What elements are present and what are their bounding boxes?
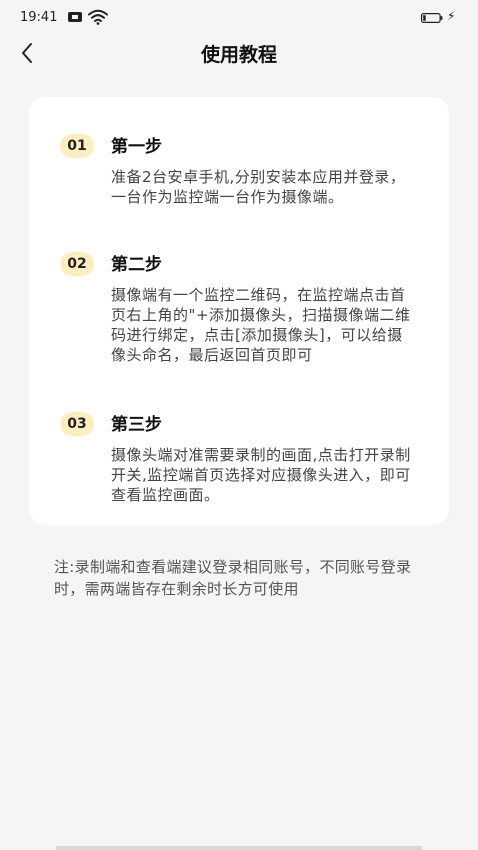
step-description: 摄像端有一个监控二维码，在监控端点击首页右上角的"+添加摄像头，扫描摄像端二维码… <box>111 286 411 364</box>
step-title: 第一步 <box>111 137 162 157</box>
tutorial-card: 01 第一步 准备2台安卓手机,分别安装本应用并登录，一台作为监控端一台作为摄像… <box>29 97 449 525</box>
step-number-badge: 01 <box>60 134 94 158</box>
step-description: 准备2台安卓手机,分别安装本应用并登录，一台作为监控端一台作为摄像端。 <box>111 168 406 206</box>
battery-icon <box>421 13 443 23</box>
step-title: 第二步 <box>111 255 162 275</box>
wifi-icon <box>88 9 108 25</box>
page-title: 使用教程 <box>200 44 277 66</box>
usage-note: 注:录制端和查看端建议登录相同账号，不同账号登录时，需两端皆存在剩余时长方可使用 <box>54 558 412 598</box>
status-time: 19:41 <box>20 10 58 25</box>
message-notification-icon <box>68 12 82 22</box>
charging-icon: ⚡ <box>447 9 456 23</box>
step-number-badge: 02 <box>60 252 94 276</box>
step-title: 第三步 <box>111 415 162 435</box>
step-number-badge: 03 <box>60 412 94 436</box>
bottom-indicator <box>56 846 422 850</box>
nav-bar: 使用教程 <box>0 30 478 76</box>
step-description: 摄像头端对准需要录制的画面,点击打开录制开关,监控端首页选择对应摄像头进入，即可… <box>111 446 411 504</box>
